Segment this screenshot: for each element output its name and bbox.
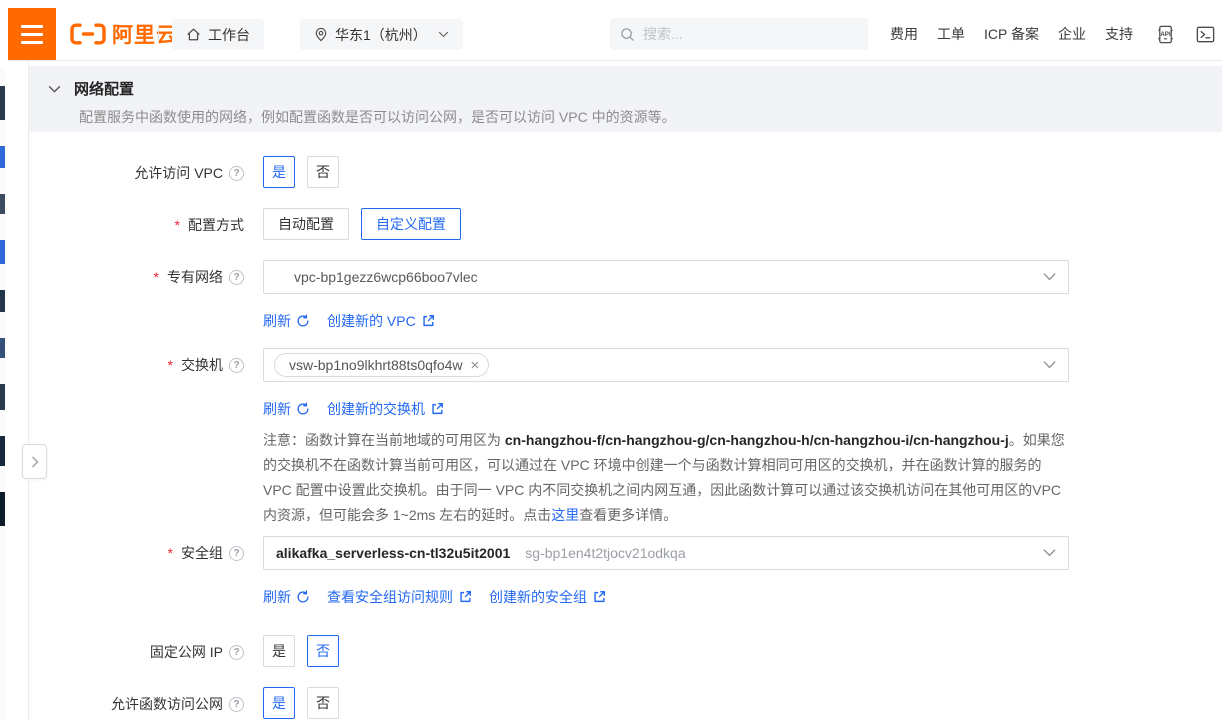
workbench-button[interactable]: 工作台: [172, 19, 264, 50]
terminal-icon[interactable]: [1195, 24, 1216, 45]
required-asterisk: *: [168, 357, 173, 373]
config-mode-label: 配置方式: [188, 215, 244, 235]
nav-enterprise[interactable]: 企业: [1058, 24, 1086, 44]
fixed-ip-label: 固定公网 IP: [150, 642, 223, 662]
search-input[interactable]: [643, 26, 843, 42]
vswitch-refresh-link[interactable]: 刷新: [263, 399, 310, 419]
security-group-label: 安全组: [181, 543, 223, 563]
vpc-label: 专有网络: [167, 267, 223, 287]
chevron-down-icon: [1043, 548, 1056, 557]
security-group-select[interactable]: alikafka_serverless-cn-tl32u5it2001 sg-b…: [263, 536, 1069, 570]
fixed-ip-no-button[interactable]: 否: [307, 635, 339, 667]
network-config-panel: 网络配置 配置服务中函数使用的网络，例如配置函数是否可以访问公网，是否可以访问 …: [28, 62, 1222, 720]
hamburger-menu-button[interactable]: [8, 8, 56, 60]
row-vswitch: * 交换机 ? vsw-bp1no9lkhrt88ts0qfo4w × 刷新: [29, 348, 1222, 528]
vpc-access-yes-button[interactable]: 是: [263, 156, 295, 188]
vswitch-tag-value: vsw-bp1no9lkhrt88ts0qfo4w: [289, 357, 463, 373]
tag-close-icon[interactable]: ×: [471, 358, 480, 373]
row-security-group: * 安全组 ? alikafka_serverless-cn-tl32u5it2…: [29, 536, 1222, 607]
vpc-refresh-link[interactable]: 刷新: [263, 311, 310, 331]
config-mode-auto-button[interactable]: 自动配置: [263, 208, 349, 240]
refresh-icon: [296, 402, 310, 416]
help-icon[interactable]: ?: [229, 358, 244, 373]
availability-zones: cn-hangzhou-f/cn-hangzhou-g/cn-hangzhou-…: [505, 432, 1009, 448]
internet-access-no-button[interactable]: 否: [307, 687, 339, 719]
home-icon: [186, 27, 201, 42]
chevron-down-icon: [1043, 272, 1056, 281]
collapse-chevron-icon[interactable]: [48, 85, 61, 93]
chevron-down-icon: [438, 31, 449, 38]
help-icon[interactable]: ?: [229, 697, 244, 712]
vswitch-tag: vsw-bp1no9lkhrt88ts0qfo4w ×: [274, 353, 489, 377]
vpc-access-no-button[interactable]: 否: [307, 156, 339, 188]
external-link-icon: [421, 314, 435, 328]
section-description: 配置服务中函数使用的网络，例如配置函数是否可以访问公网，是否可以访问 VPC 中…: [79, 107, 1202, 127]
config-mode-custom-button[interactable]: 自定义配置: [361, 208, 461, 240]
section-header: 网络配置 配置服务中函数使用的网络，例如配置函数是否可以访问公网，是否可以访问 …: [29, 66, 1222, 132]
topbar-divider: [158, 25, 159, 43]
background-page-edge: [0, 68, 5, 720]
external-link-icon: [592, 590, 606, 604]
network-config-form: 允许访问 VPC ? 是 否 * 配置方式 自动配置 自定义配置: [29, 132, 1222, 719]
security-group-id: sg-bp1en4t2tjocv21odkqa: [525, 545, 685, 561]
fixed-ip-yes-button[interactable]: 是: [263, 635, 295, 667]
security-group-name: alikafka_serverless-cn-tl32u5it2001: [276, 545, 510, 561]
sidebar-expander-handle[interactable]: [22, 444, 47, 479]
details-link[interactable]: 这里: [551, 507, 579, 523]
create-vpc-link[interactable]: 创建新的 VPC: [327, 311, 435, 331]
help-icon[interactable]: ?: [229, 645, 244, 660]
vpc-select-value: vpc-bp1gezz6wcp66boo7vlec: [276, 269, 478, 285]
external-link-icon: [458, 590, 472, 604]
create-security-group-link[interactable]: 创建新的安全组: [489, 587, 606, 607]
help-icon[interactable]: ?: [229, 270, 244, 285]
external-link-icon: [430, 402, 444, 416]
section-title: 网络配置: [74, 78, 134, 99]
workbench-label: 工作台: [208, 25, 250, 45]
nav-support[interactable]: 支持: [1105, 24, 1133, 44]
view-security-group-rules-link[interactable]: 查看安全组访问规则: [327, 587, 472, 607]
api-icon[interactable]: API: [1155, 24, 1176, 45]
vswitch-label: 交换机: [181, 355, 223, 375]
vpc-select[interactable]: vpc-bp1gezz6wcp66boo7vlec: [263, 260, 1069, 294]
row-internet-access: 允许函数访问公网 ? 是 否: [29, 687, 1222, 719]
svg-text:API: API: [1160, 30, 1171, 37]
help-icon[interactable]: ?: [229, 546, 244, 561]
aliyun-logo[interactable]: 阿里云: [70, 8, 178, 60]
vpc-access-label: 允许访问 VPC: [134, 163, 223, 183]
create-vswitch-link[interactable]: 创建新的交换机: [327, 399, 444, 419]
nav-tickets[interactable]: 工单: [937, 24, 965, 44]
aliyun-logo-text: 阿里云: [112, 19, 178, 49]
console-topbar: 阿里云 工作台 华东1（杭州） 费用 工单: [8, 8, 1222, 61]
aliyun-logo-icon: [70, 23, 106, 45]
row-fixed-ip: 固定公网 IP ? 是 否: [29, 635, 1222, 667]
required-asterisk: *: [175, 217, 180, 233]
required-asterisk: *: [168, 545, 173, 561]
row-config-mode: * 配置方式 自动配置 自定义配置: [29, 208, 1222, 240]
row-vpc: * 专有网络 ? vpc-bp1gezz6wcp66boo7vlec 刷新: [29, 260, 1222, 331]
vswitch-select[interactable]: vsw-bp1no9lkhrt88ts0qfo4w ×: [263, 348, 1069, 382]
help-icon[interactable]: ?: [229, 166, 244, 181]
internet-access-yes-button[interactable]: 是: [263, 687, 295, 719]
refresh-icon: [296, 590, 310, 604]
region-selector[interactable]: 华东1（杭州）: [300, 19, 463, 50]
search-icon: [620, 27, 635, 42]
topbar-nav: 费用 工单 ICP 备案 企业 支持 API: [890, 8, 1216, 60]
security-group-refresh-link[interactable]: 刷新: [263, 587, 310, 607]
internet-access-label: 允许函数访问公网: [111, 694, 223, 714]
row-vpc-access: 允许访问 VPC ? 是 否: [29, 156, 1222, 188]
location-pin-icon: [314, 27, 328, 42]
vswitch-note: 注意：函数计算在当前地域的可用区为 cn-hangzhou-f/cn-hangz…: [263, 428, 1069, 528]
required-asterisk: *: [154, 269, 159, 285]
global-search[interactable]: [610, 18, 868, 50]
chevron-down-icon: [1043, 360, 1056, 369]
nav-billing[interactable]: 费用: [890, 24, 918, 44]
nav-icp-filing[interactable]: ICP 备案: [984, 24, 1039, 44]
refresh-icon: [296, 314, 310, 328]
region-label: 华东1（杭州）: [335, 25, 427, 45]
